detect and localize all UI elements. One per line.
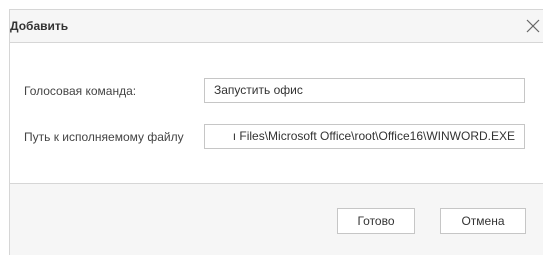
- exe-path-label: Путь к исполняемому файлу: [24, 130, 184, 144]
- add-dialog: Добавить Голосовая команда: Запустить оф…: [9, 9, 543, 255]
- dialog-footer: Готово Отмена: [10, 183, 543, 255]
- close-icon[interactable]: [523, 16, 543, 36]
- ok-button[interactable]: Готово: [337, 208, 415, 234]
- dialog-titlebar: Добавить: [10, 10, 543, 43]
- exe-path-row: Путь к исполняемому файлу ı Files\Micros…: [10, 124, 543, 150]
- voice-command-label: Голосовая команда:: [24, 84, 137, 98]
- exe-path-value: ı Files\Microsoft Office\root\Office16\W…: [232, 129, 515, 143]
- voice-command-row: Голосовая команда: Запустить офис: [10, 78, 543, 104]
- dialog-title: Добавить: [10, 19, 69, 33]
- exe-path-input[interactable]: ı Files\Microsoft Office\root\Office16\W…: [204, 124, 525, 149]
- voice-command-value: Запустить офис: [214, 83, 303, 97]
- cancel-button[interactable]: Отмена: [440, 208, 526, 234]
- voice-command-input[interactable]: Запустить офис: [204, 78, 525, 103]
